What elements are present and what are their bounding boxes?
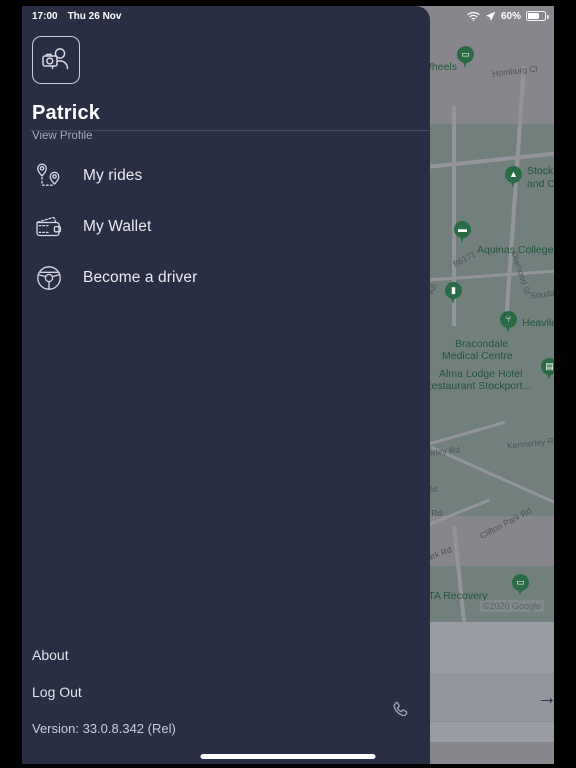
drawer-menu: My rides My Wallet Become a driver	[22, 150, 430, 303]
restaurant-icon: ⑂	[505, 314, 512, 324]
wallet-icon	[32, 212, 66, 242]
section-divider	[30, 130, 430, 131]
monument-icon: ▲	[509, 169, 518, 179]
hospital-icon: ▤	[545, 361, 554, 371]
view-profile-link[interactable]: View Profile	[32, 130, 420, 142]
home-indicator[interactable]	[200, 754, 376, 759]
profile-section[interactable]: Patrick View Profile	[22, 26, 430, 142]
sidebar-item-my-rides[interactable]: My rides	[22, 150, 430, 201]
route-pins-icon	[32, 161, 66, 191]
navigation-drawer: Patrick View Profile My rides My Wallet …	[22, 6, 430, 764]
car-icon: ▬	[458, 224, 467, 234]
version-label: Version: 33.0.8.342 (Rel)	[32, 721, 176, 736]
sidebar-item-my-wallet[interactable]: My Wallet	[22, 201, 430, 252]
service-icon: ▭	[516, 577, 525, 587]
shop-icon: ▭	[461, 49, 470, 59]
drawer-footer: About Log Out Version: 33.0.8.342 (Rel)	[22, 647, 430, 736]
phone-icon[interactable]	[390, 700, 410, 720]
steering-wheel-icon	[32, 263, 66, 293]
sidebar-item-label: My rides	[83, 166, 143, 184]
briefcase-icon: ▮	[451, 285, 456, 295]
sidebar-item-label: My Wallet	[83, 217, 152, 235]
profile-name: Patrick	[32, 102, 101, 124]
profile-camera-icon[interactable]	[32, 36, 80, 84]
sidebar-item-become-a-driver[interactable]: Become a driver	[22, 252, 430, 303]
device-screen: ▭ ▲ ▬ ▮ ⑂ ▤ ▬	[0, 0, 576, 768]
about-link[interactable]: About	[32, 647, 430, 663]
sidebar-item-label: Become a driver	[83, 268, 198, 286]
logout-button[interactable]: Log Out	[32, 684, 430, 700]
